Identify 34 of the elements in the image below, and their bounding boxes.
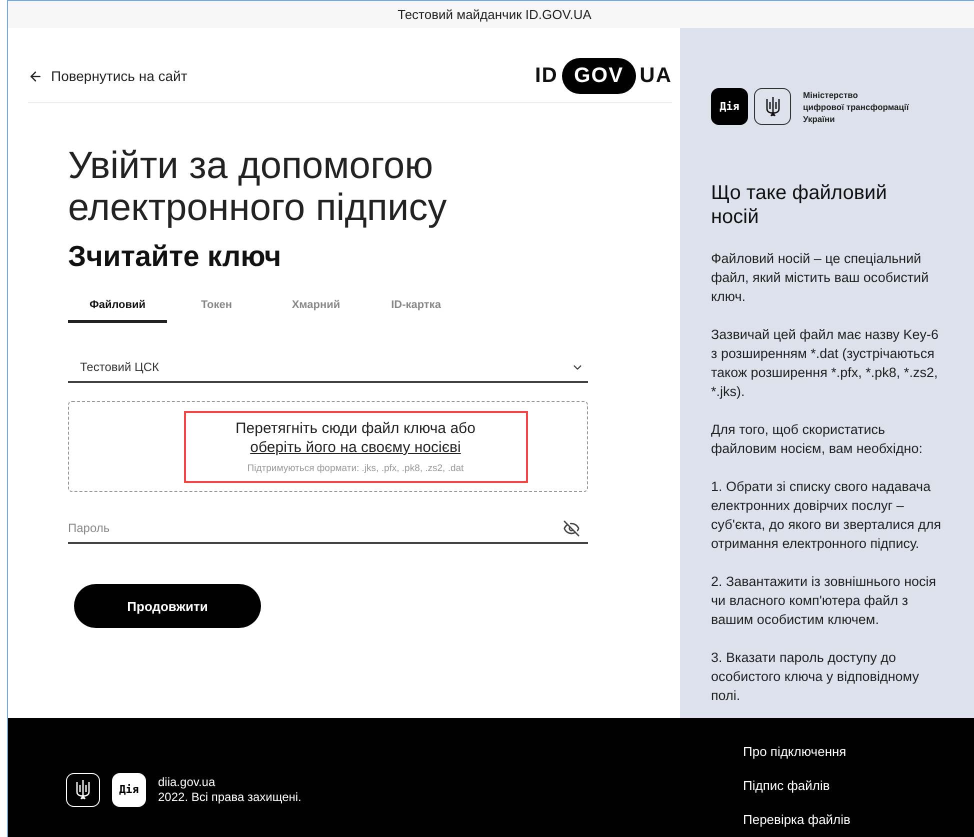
tab[interactable]: ID-картка <box>366 290 466 323</box>
info-paragraph: Для того, щоб скористатись файловим носієм, вам необхідно: <box>711 421 924 458</box>
tab[interactable]: Файловий <box>68 290 167 323</box>
password-field[interactable]: Пароль <box>68 521 563 535</box>
tab[interactable]: Токен <box>167 290 266 323</box>
banner-title: Тестовий майданчик ID.GOV.UA <box>8 1 974 28</box>
info-paragraph: Зазвичай цей файл має назву Key-6 з розширенням *.dat (зустрічаються також розширення *.pfx, *.pk8, *.zs2, *.jks). <box>711 326 940 401</box>
choose-file-link[interactable]: оберіть його на своєму носієві <box>250 438 461 457</box>
info-paragraph: Файловий носій – це спеціальний файл, який містить ваш особистий ключ. <box>711 250 930 306</box>
diia-logo: Дія <box>112 772 146 806</box>
tab[interactable]: Хмарний <box>266 290 366 323</box>
footer-site: diia.gov.ua <box>158 774 216 790</box>
trident-icon <box>66 772 100 806</box>
info-paragraph: 3. Вказати пароль доступу до особистого ключа у відповідному полі. <box>711 649 920 705</box>
footer-link[interactable]: Про підключення <box>743 744 947 759</box>
diia-logo: Дія <box>711 88 748 125</box>
footer-link[interactable]: Підпис файлів <box>743 778 947 793</box>
eye-off-icon[interactable] <box>563 520 580 536</box>
ministry-name: Міністерство цифрової трансформації України <box>803 88 909 124</box>
provider-select[interactable]: Тестовий ЦСК <box>68 353 588 383</box>
continue-button[interactable]: Продовжити <box>74 584 261 628</box>
page-title: Увійти за допомогою електронного підпису <box>68 145 448 229</box>
trident-icon <box>754 88 791 125</box>
drop-hint: Перетягніть сюди файл ключа або <box>236 419 476 438</box>
footer-link[interactable]: Перевірка файлів <box>743 812 947 827</box>
info-heading: Що таке файловий носій <box>711 181 888 229</box>
copyright: 2022. Всі права захищені. <box>158 790 302 804</box>
info-paragraph: 1. Обрати зі списку свого надавача електронних довірчих послуг – суб'єкта, до якого ви зверталися для отримання електронного підпису. <box>711 478 942 553</box>
back-link[interactable]: Повернутись на сайт <box>28 68 188 86</box>
section-title: Зчитайте ключ <box>68 241 282 274</box>
logo: ID GOV UA <box>534 58 672 94</box>
info-paragraph: 2. Завантажити із зовнішнього носія чи власного комп'ютера файл з вашим особистим ключем. <box>711 573 938 629</box>
formats-note: Підтримуються формати: .jks, .pfx, .pk8, .zs2, .dat <box>247 463 464 474</box>
drop-zone[interactable]: Перетягніть сюди файл ключа або оберіть його на своєму носієві Підтримуються формати: .jks, .pfx, .pk8, .zs2, .dat <box>68 401 588 492</box>
